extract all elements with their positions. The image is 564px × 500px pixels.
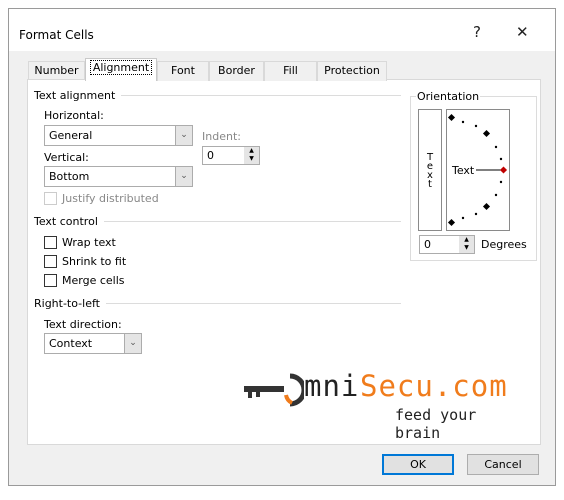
- spinner-arrows-icon[interactable]: ▲ ▼: [459, 236, 474, 253]
- vertical-text-button[interactable]: Text: [418, 109, 442, 231]
- logo-brand-orange: Secu.com: [360, 369, 508, 403]
- tab-fill[interactable]: Fill: [264, 61, 317, 81]
- text-alignment-group: Text alignment: [34, 89, 401, 102]
- dialog-title: Format Cells: [19, 28, 94, 42]
- text-direction-select[interactable]: Context ⌄: [44, 333, 142, 354]
- indent-spinner[interactable]: 0 ▲ ▼: [202, 146, 260, 165]
- horizontal-select[interactable]: General ⌄: [44, 125, 193, 146]
- logo-tagline: feed your brain: [395, 406, 477, 442]
- wrap-text-checkbox[interactable]: Wrap text: [44, 236, 116, 249]
- omnisecu-logo: mni Secu.com feed your brain: [242, 369, 522, 442]
- key-icon: [244, 373, 304, 407]
- spinner-arrows-icon[interactable]: ▲ ▼: [244, 147, 259, 164]
- tab-protection[interactable]: Protection: [317, 61, 387, 81]
- help-button[interactable]: ?: [473, 23, 481, 41]
- tab-number[interactable]: Number: [28, 61, 85, 81]
- justify-distributed-checkbox[interactable]: Justify distributed: [44, 192, 159, 205]
- degrees-spinner[interactable]: 0 ▲ ▼: [419, 235, 475, 254]
- right-to-left-group: Right-to-left: [34, 297, 401, 310]
- tab-border[interactable]: Border: [209, 61, 264, 81]
- merge-cells-checkbox[interactable]: Merge cells: [44, 274, 125, 287]
- tab-font[interactable]: Font: [157, 61, 209, 81]
- justify-distributed-label: Justify distributed: [62, 192, 159, 205]
- vertical-label: Vertical:: [44, 151, 89, 164]
- format-cells-dialog: Format Cells ? ✕ Number Alignment Font B…: [8, 8, 556, 486]
- ok-button[interactable]: OK: [382, 454, 454, 475]
- vertical-select[interactable]: Bottom ⌄: [44, 166, 193, 187]
- indent-value: 0: [207, 149, 214, 162]
- degrees-value: 0: [424, 238, 431, 251]
- degrees-label: Degrees: [481, 238, 527, 251]
- vertical-value: Bottom: [49, 170, 90, 183]
- tab-alignment[interactable]: Alignment: [85, 58, 157, 81]
- wrap-text-label: Wrap text: [62, 236, 116, 249]
- tab-alignment-label: Alignment: [89, 60, 153, 75]
- indent-label: Indent:: [202, 130, 241, 143]
- horizontal-label: Horizontal:: [44, 109, 104, 122]
- chevron-down-icon: ⌄: [124, 334, 141, 353]
- chevron-down-icon: ⌄: [175, 167, 192, 186]
- shrink-to-fit-label: Shrink to fit: [62, 255, 127, 268]
- close-button[interactable]: ✕: [516, 23, 529, 41]
- chevron-down-icon: ⌄: [175, 126, 192, 145]
- vertical-text-label: Text: [424, 152, 436, 188]
- cancel-button[interactable]: Cancel: [467, 454, 539, 475]
- orientation-heading: Orientation: [416, 90, 481, 103]
- merge-cells-label: Merge cells: [62, 274, 125, 287]
- shrink-to-fit-checkbox[interactable]: Shrink to fit: [44, 255, 126, 268]
- logo-brand-dark: mni: [304, 369, 360, 403]
- text-direction-value: Context: [49, 337, 93, 350]
- horizontal-value: General: [49, 129, 93, 142]
- title-bar: Format Cells ? ✕: [9, 9, 555, 51]
- dial-text: Text: [452, 164, 475, 177]
- text-direction-label: Text direction:: [44, 318, 122, 331]
- text-control-group: Text control: [34, 215, 401, 228]
- text-control-heading: Text control: [34, 215, 98, 228]
- text-alignment-heading: Text alignment: [34, 89, 116, 102]
- right-to-left-heading: Right-to-left: [34, 297, 100, 310]
